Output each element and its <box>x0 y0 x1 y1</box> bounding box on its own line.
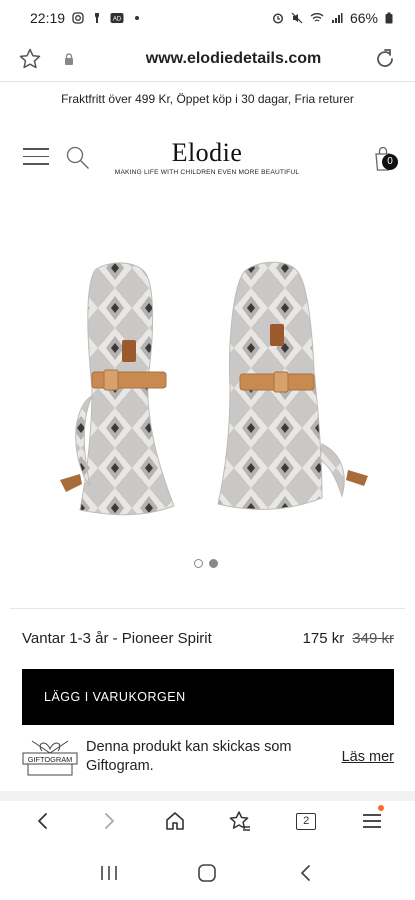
site-header: Elodie MAKING LIFE WITH CHILDREN EVEN MO… <box>0 136 415 184</box>
forward-button[interactable] <box>91 803 127 839</box>
giftogram-message: Denna produkt kan skickas som Giftogram. <box>86 739 292 774</box>
status-bar: 22:19 AD 66% <box>0 0 415 36</box>
giftogram-logo-text: GIFTOGRAM <box>28 755 73 764</box>
tabs-count: 2 <box>296 812 317 830</box>
tabs-button[interactable]: 2 <box>288 803 324 839</box>
dot-icon <box>135 16 140 20</box>
instagram-icon <box>72 12 84 24</box>
status-time: 22:19 <box>30 10 66 26</box>
notification-dot <box>378 805 385 811</box>
search-icon[interactable] <box>64 144 92 172</box>
wifi-icon <box>310 13 324 22</box>
carousel-dot[interactable] <box>209 559 218 568</box>
lock-icon <box>65 52 73 65</box>
battery-icon <box>385 12 393 24</box>
page-footer-shade <box>0 791 415 801</box>
brand-logo[interactable]: Elodie MAKING LIFE WITH CHILDREN EVEN MO… <box>104 138 310 177</box>
system-navigation-bar <box>0 846 415 900</box>
product-title: Vantar 1-3 år - Pioneer Spirit <box>22 630 212 647</box>
recent-apps-icon[interactable] <box>99 864 119 882</box>
brand-tagline: MAKING LIFE WITH CHILDREN EVEN MORE BEAU… <box>114 169 300 176</box>
url-text[interactable]: www.elodiedetails.com <box>94 50 373 68</box>
giftogram-section: GIFTOGRAM Denna produkt kan skickas som … <box>22 736 394 778</box>
menu-icon[interactable] <box>23 148 49 166</box>
browser-url-bar: www.elodiedetails.com <box>0 36 415 82</box>
alarm-icon <box>272 13 283 24</box>
svg-text:AD: AD <box>113 17 122 23</box>
mute-icon <box>291 12 303 24</box>
promo-banner: Fraktfritt över 499 Kr, Öppet köp i 30 d… <box>61 92 354 106</box>
giftogram-read-more-link[interactable]: Läs mer <box>342 749 394 765</box>
carousel-dot[interactable] <box>194 559 203 568</box>
product-info: Vantar 1-3 år - Pioneer Spirit 175 kr 34… <box>22 630 394 647</box>
right-mitten <box>217 261 368 510</box>
giftogram-logo: GIFTOGRAM <box>22 740 78 776</box>
browser-toolbar: 2 <box>0 801 415 841</box>
hamburger-menu-icon <box>363 814 382 828</box>
product-image[interactable] <box>30 248 385 530</box>
home-icon <box>165 812 184 830</box>
signal-icon <box>331 13 343 23</box>
bookmarks-star-icon <box>230 811 251 831</box>
reload-icon[interactable] <box>373 47 397 71</box>
cart-count-badge: 0 <box>382 154 398 170</box>
home-button[interactable] <box>157 803 193 839</box>
carousel-dots <box>194 559 218 568</box>
brand-name: Elodie <box>171 138 243 167</box>
home-circle-icon[interactable] <box>196 862 218 884</box>
back-button[interactable] <box>25 803 61 839</box>
chevron-left-icon <box>38 813 47 829</box>
flashlight-icon <box>95 13 100 23</box>
chevron-right-icon <box>104 813 114 829</box>
bookmarks-button[interactable] <box>222 803 258 839</box>
divider <box>10 608 405 609</box>
ad-icon: AD <box>110 13 124 23</box>
battery-percent: 66% <box>349 10 378 26</box>
add-to-cart-button[interactable]: LÄGG I VARUKORGEN <box>22 669 394 725</box>
star-icon[interactable] <box>18 47 42 71</box>
product-price: 175 kr <box>302 630 345 647</box>
back-chevron-icon[interactable] <box>296 863 316 883</box>
menu-button[interactable] <box>354 803 390 839</box>
product-old-price: 349 kr <box>352 630 394 647</box>
left-mitten <box>60 262 175 516</box>
